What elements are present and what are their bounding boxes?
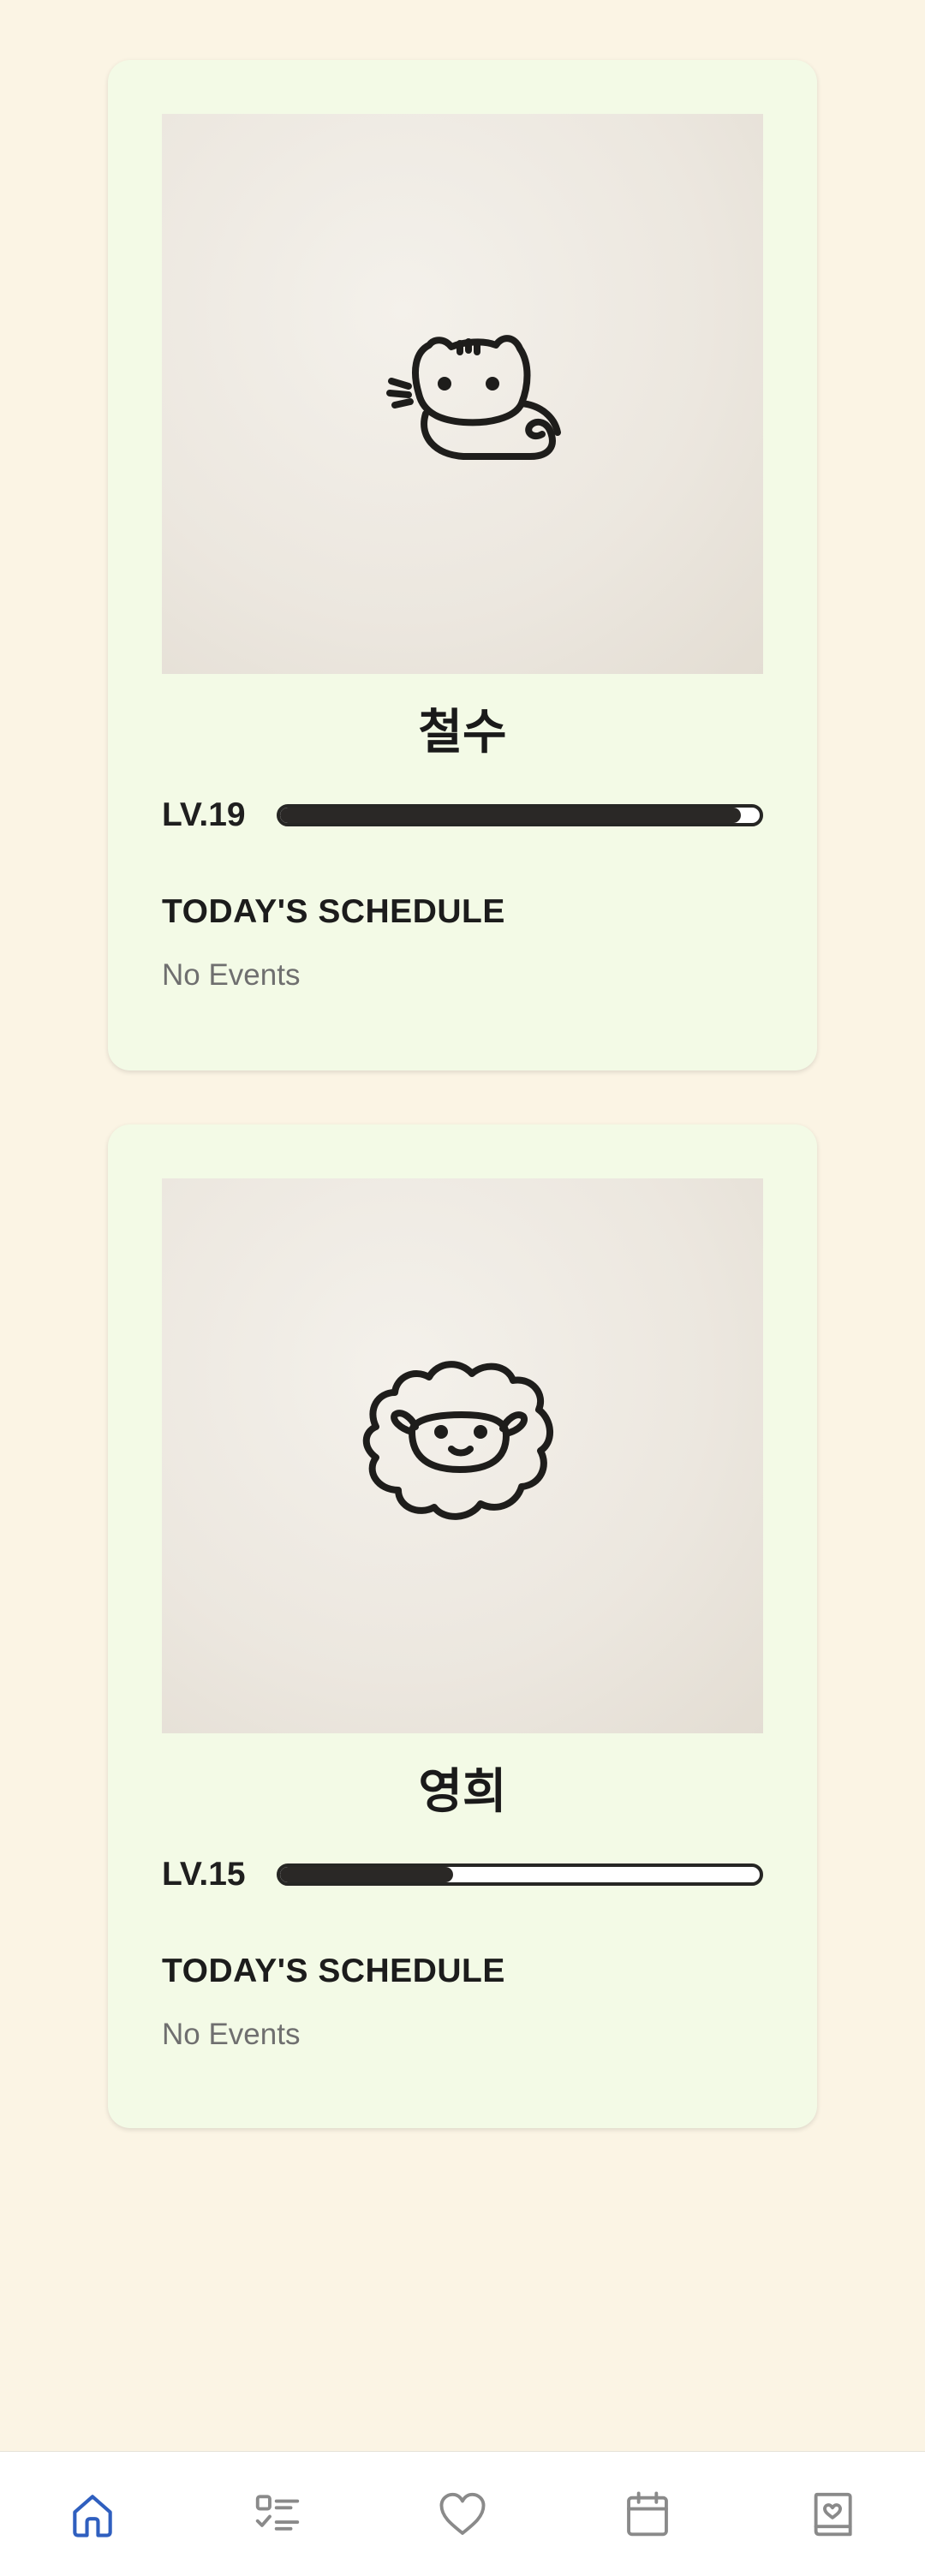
- sheep-doodle-icon: [362, 1361, 554, 1520]
- schedule-title: TODAY'S SCHEDULE: [162, 893, 505, 930]
- diary-icon: [814, 2492, 852, 2536]
- schedule-title: TODAY'S SCHEDULE: [162, 1953, 505, 1989]
- nav-favorites[interactable]: [403, 2463, 522, 2566]
- pet-card-chulsoo[interactable]: 철수 LV.19 TODAY'S SCHEDULE No Events: [108, 60, 817, 1070]
- cat-doodle-icon: [386, 335, 561, 460]
- level-progress-fill: [280, 1867, 453, 1882]
- level-label: LV.19: [162, 796, 246, 833]
- nav-calendar[interactable]: [588, 2463, 707, 2566]
- pet-card-younghee[interactable]: 영희 LV.15 TODAY'S SCHEDULE No Events: [108, 1124, 817, 2128]
- pet-name: 영희: [418, 1764, 507, 1820]
- level-progress-bar: [277, 1863, 763, 1886]
- schedule-empty-text: No Events: [162, 2018, 301, 2051]
- level-row: LV.15: [162, 1856, 763, 1893]
- schedule-empty-text: No Events: [162, 958, 301, 992]
- pet-name: 철수: [418, 705, 507, 760]
- home-icon: [73, 2494, 112, 2537]
- level-label: LV.15: [162, 1856, 246, 1893]
- bottom-navigation: [0, 2451, 925, 2576]
- heart-icon: [439, 2492, 486, 2535]
- calendar-icon: [627, 2491, 668, 2536]
- nav-checklist[interactable]: [218, 2463, 337, 2566]
- nav-diary[interactable]: [773, 2463, 892, 2566]
- level-row: LV.19: [162, 796, 763, 833]
- checklist-icon: [255, 2494, 300, 2531]
- pet-photo: [162, 114, 763, 674]
- level-progress-bar: [277, 804, 763, 826]
- pet-photo: [162, 1178, 763, 1733]
- level-progress-fill: [280, 808, 741, 823]
- nav-home[interactable]: [33, 2463, 152, 2566]
